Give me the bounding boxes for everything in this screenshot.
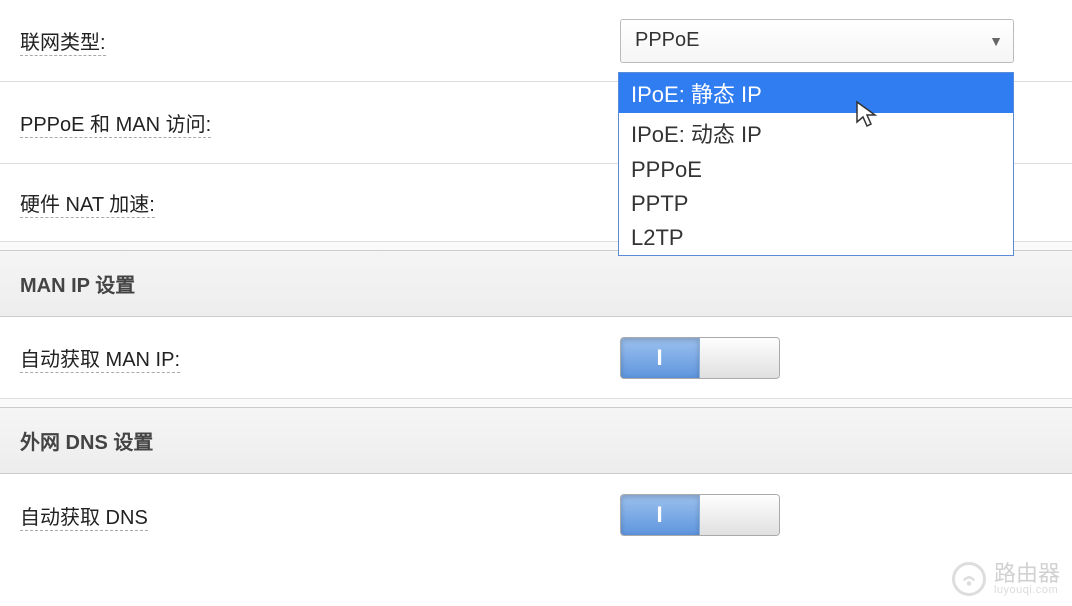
section-wan-dns: 外网 DNS 设置: [0, 407, 1072, 474]
dropdown-option[interactable]: IPoE: 静态 IP: [619, 73, 1013, 113]
label-text: 自动获取 DNS: [20, 507, 148, 531]
toggle-off-side: [700, 495, 779, 535]
watermark-sub: luyouqi.com: [994, 585, 1060, 596]
router-icon: [952, 562, 986, 596]
toggle-off-side: [700, 338, 779, 378]
select-value: PPPoE: [635, 29, 699, 52]
toggle-on-side: I: [621, 338, 700, 378]
connection-type-select[interactable]: PPPoE ▼: [620, 19, 1014, 63]
label-text: 硬件 NAT 加速:: [20, 194, 155, 218]
section-man-ip: MAN IP 设置: [0, 250, 1072, 317]
row-auto-man-ip: 自动获取 MAN IP: I: [0, 317, 1072, 399]
label-text: 联网类型:: [20, 32, 106, 56]
dropdown-option[interactable]: L2TP: [619, 221, 1013, 255]
spacer: [0, 399, 1072, 407]
watermark-title: 路由器: [994, 561, 1060, 586]
control-connection-type: PPPoE ▼: [620, 19, 1052, 63]
row-auto-dns: 自动获取 DNS I: [0, 474, 1072, 556]
toggle-on-side: I: [621, 495, 700, 535]
chevron-down-icon: ▼: [989, 33, 1003, 49]
label-text: 自动获取 MAN IP:: [20, 349, 180, 373]
control-auto-dns: I: [620, 494, 1052, 536]
control-auto-man-ip: I: [620, 337, 1052, 379]
toggle-auto-man-ip[interactable]: I: [620, 337, 780, 379]
toggle-on-glyph: I: [656, 345, 663, 371]
label-auto-dns: 自动获取 DNS: [20, 477, 620, 554]
connection-type-select-wrap: PPPoE ▼: [620, 19, 1014, 63]
watermark-text: 路由器 luyouqi.com: [994, 563, 1060, 596]
label-auto-man-ip: 自动获取 MAN IP:: [20, 319, 620, 396]
dropdown-option[interactable]: IPoE: 动态 IP: [619, 113, 1013, 153]
section-title: 外网 DNS 设置: [20, 432, 153, 454]
section-title: MAN IP 设置: [20, 275, 135, 297]
toggle-on-glyph: I: [656, 502, 663, 528]
toggle-auto-dns[interactable]: I: [620, 494, 780, 536]
label-hw-nat: 硬件 NAT 加速:: [20, 164, 620, 241]
label-connection-type: 联网类型:: [20, 2, 620, 79]
row-connection-type: 联网类型: PPPoE ▼: [0, 0, 1072, 82]
connection-type-dropdown[interactable]: IPoE: 静态 IP IPoE: 动态 IP PPPoE PPTP L2TP: [618, 72, 1014, 256]
label-text: PPPoE 和 MAN 访问:: [20, 114, 211, 138]
label-pppoe-man: PPPoE 和 MAN 访问:: [20, 84, 620, 161]
watermark: 路由器 luyouqi.com: [952, 562, 1060, 596]
dropdown-option[interactable]: PPPoE: [619, 153, 1013, 187]
dropdown-option[interactable]: PPTP: [619, 187, 1013, 221]
